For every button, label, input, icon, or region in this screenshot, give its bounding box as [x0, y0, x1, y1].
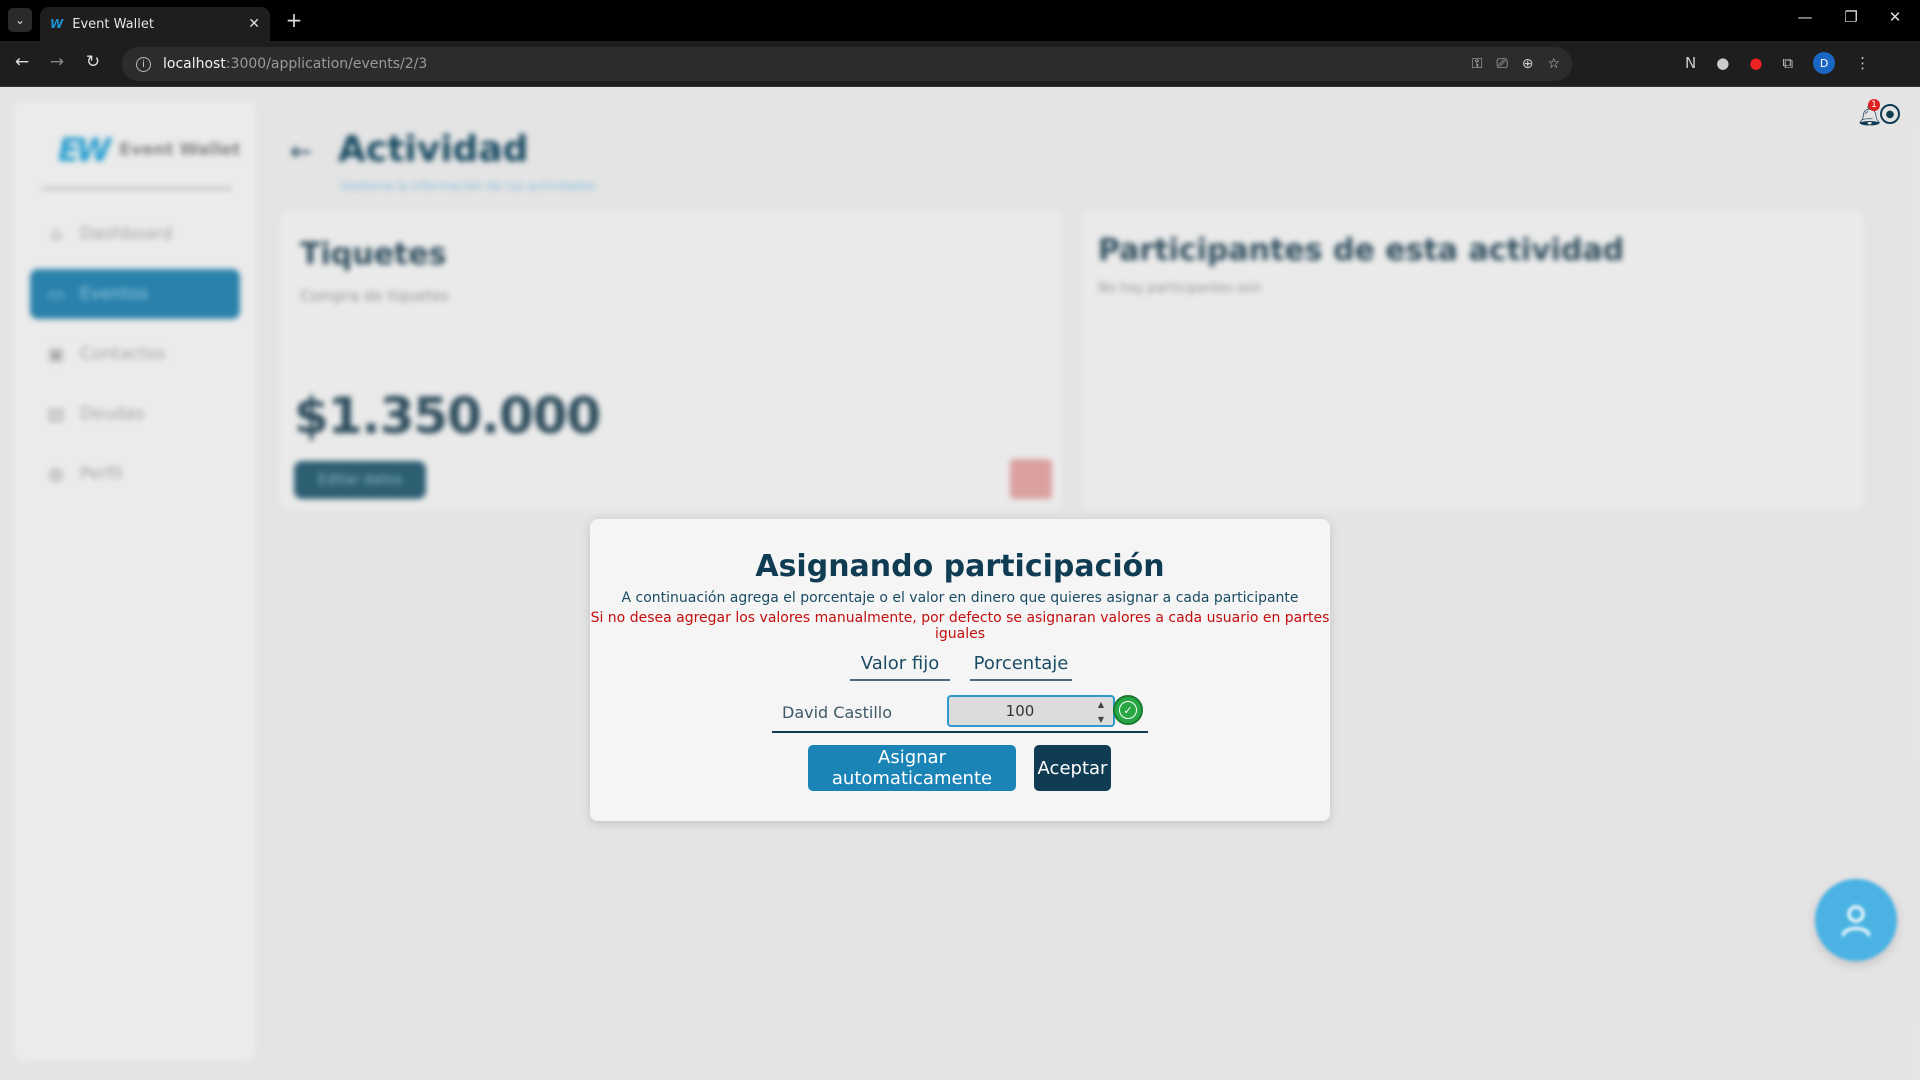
browser-menu-icon[interactable]: ⋮	[1855, 54, 1870, 72]
bookmark-star-icon[interactable]: ☆	[1547, 56, 1560, 72]
browser-tab[interactable]: W Event Wallet ✕	[40, 7, 270, 41]
install-app-icon[interactable]: ⎚	[1497, 56, 1508, 72]
minimize-icon[interactable]: —	[1790, 8, 1820, 26]
modal-title: Asignando participación	[755, 549, 1165, 584]
number-stepper[interactable]: ▲ ▼	[1094, 700, 1108, 724]
tab-percentage[interactable]: Porcentaje	[970, 649, 1072, 681]
stepper-down-icon[interactable]: ▼	[1098, 715, 1104, 724]
tab-search-button[interactable]: ⌄	[8, 8, 32, 32]
browser-toolbar: ← → ↻ i localhost:3000/application/event…	[0, 41, 1920, 87]
forward-icon[interactable]: →	[45, 52, 69, 72]
back-icon[interactable]: ←	[10, 52, 34, 72]
profile-avatar[interactable]: D	[1813, 52, 1836, 74]
zoom-icon[interactable]: ⊕	[1522, 56, 1534, 72]
user-account-icon[interactable]: ●	[1880, 104, 1900, 124]
assign-participation-modal: Asignando participación A continuación a…	[590, 519, 1330, 821]
address-bar[interactable]: i localhost:3000/application/events/2/3 …	[122, 47, 1572, 81]
participation-value-input[interactable]	[947, 695, 1115, 727]
notion-extension-icon[interactable]: N	[1685, 54, 1696, 72]
tab-fixed-value[interactable]: Valor fijo	[850, 649, 950, 681]
extension-red-icon[interactable]: ●	[1749, 54, 1762, 72]
accept-button[interactable]: Aceptar	[1034, 745, 1111, 791]
participant-name: David Castillo	[782, 703, 892, 722]
stepper-up-icon[interactable]: ▲	[1098, 700, 1104, 709]
site-info-icon[interactable]: i	[136, 56, 151, 72]
check-icon: ✓	[1119, 701, 1137, 719]
participant-row: David Castillo ▲ ▼	[772, 693, 1148, 733]
password-key-icon[interactable]: ⚿	[1472, 56, 1483, 72]
browser-tab-bar: ⌄ W Event Wallet ✕ + — ❐ ✕	[0, 0, 1920, 41]
modal-warning: Si no desea agregar los valores manualme…	[590, 610, 1330, 642]
url-path: :3000/application/events/2/3	[225, 56, 428, 72]
assign-automatically-button[interactable]: Asignar automaticamente	[808, 745, 1016, 791]
modal-description: A continuación agrega el porcentaje o el…	[621, 590, 1299, 606]
tab-close-icon[interactable]: ✕	[248, 16, 260, 32]
page: EW Event Wallet ⌂ Dashboard ▭ Eventos ▣ …	[0, 87, 1920, 1080]
reload-icon[interactable]: ↻	[81, 52, 105, 72]
tab-title: Event Wallet	[72, 16, 154, 32]
notification-badge: 1	[1868, 99, 1880, 111]
url-host: localhost	[163, 56, 226, 72]
extensions-puzzle-icon[interactable]: ⧉	[1782, 54, 1793, 72]
restore-icon[interactable]: ❐	[1836, 8, 1866, 26]
user-icon	[1841, 905, 1871, 937]
extension-globe-icon[interactable]: ●	[1716, 54, 1729, 72]
chat-fab-button[interactable]	[1815, 879, 1897, 961]
tab-favicon-icon: W	[50, 17, 64, 31]
window-close-icon[interactable]: ✕	[1880, 8, 1910, 26]
confirm-check-button[interactable]: ✓	[1113, 695, 1143, 725]
new-tab-button[interactable]: +	[281, 7, 307, 33]
